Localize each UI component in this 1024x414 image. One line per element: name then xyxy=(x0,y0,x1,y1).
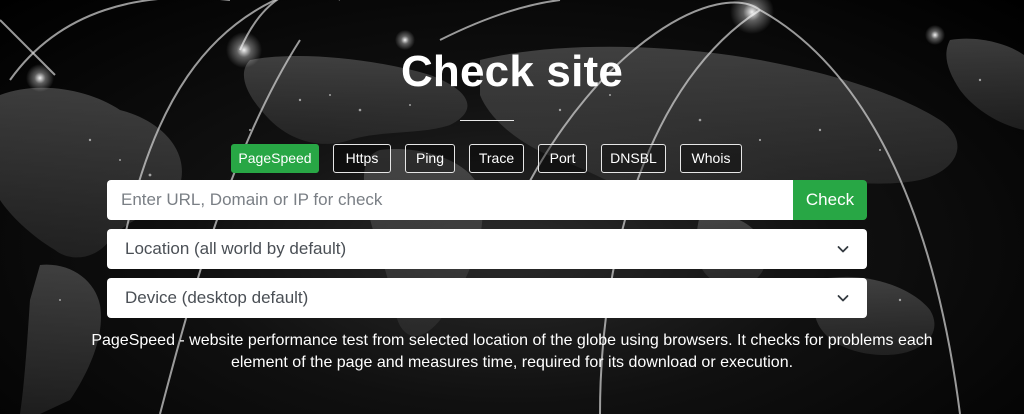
check-site-panel: Check site PageSpeed Https Ping Trace Po… xyxy=(0,0,1024,414)
tab-dnsbl[interactable]: DNSBL xyxy=(601,144,666,173)
location-select-value: Location (all world by default) xyxy=(125,239,347,258)
hero-section: Check site PageSpeed Https Ping Trace Po… xyxy=(0,0,1024,414)
tab-whois[interactable]: Whois xyxy=(680,144,742,173)
tab-https[interactable]: Https xyxy=(333,144,391,173)
location-select[interactable]: Location (all world by default) xyxy=(107,229,867,269)
tab-port[interactable]: Port xyxy=(538,144,587,173)
check-type-tabs: PageSpeed Https Ping Trace Port DNSBL Wh… xyxy=(231,144,756,175)
page-title: Check site xyxy=(400,47,624,96)
search-bar: Check xyxy=(107,180,867,220)
title-divider xyxy=(460,120,514,121)
tab-trace[interactable]: Trace xyxy=(469,144,524,173)
device-select[interactable]: Device (desktop default) xyxy=(107,278,867,318)
chevron-down-icon xyxy=(837,292,849,304)
tab-ping[interactable]: Ping xyxy=(405,144,455,173)
chevron-down-icon xyxy=(837,243,849,255)
tab-pagespeed[interactable]: PageSpeed xyxy=(231,144,319,173)
device-select-value: Device (desktop default) xyxy=(125,288,309,307)
check-description: PageSpeed - website performance test fro… xyxy=(91,332,933,371)
check-button[interactable]: Check xyxy=(793,180,867,220)
url-input[interactable] xyxy=(107,180,793,220)
